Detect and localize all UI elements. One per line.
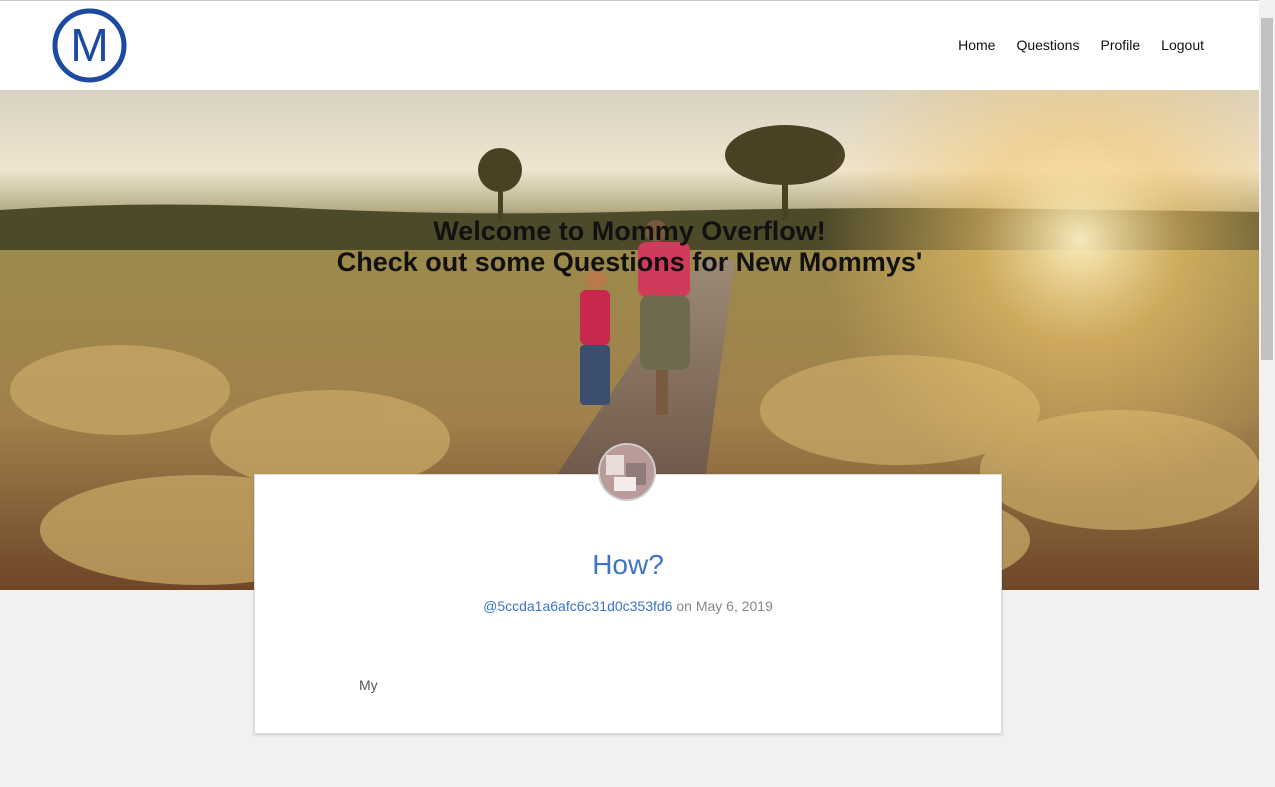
page: M Home Questions Profile Logout Welcome … xyxy=(0,0,1275,787)
main-nav: Home Questions Profile Logout xyxy=(958,37,1204,53)
author-link[interactable]: @5ccda1a6afc6c31d0c353fd6 xyxy=(483,598,672,614)
navbar: M Home Questions Profile Logout xyxy=(0,1,1259,90)
hero-title: Welcome to Mommy Overflow! Check out som… xyxy=(0,216,1259,278)
question-date: on May 6, 2019 xyxy=(676,598,773,614)
hero-line-1: Welcome to Mommy Overflow! xyxy=(433,216,826,246)
nav-link-profile[interactable]: Profile xyxy=(1100,37,1140,53)
question-card: How? @5ccda1a6afc6c31d0c353fd6 on May 6,… xyxy=(254,474,1002,734)
scrollbar[interactable] xyxy=(1259,0,1275,787)
avatar-image xyxy=(600,445,654,499)
logo-letter: M xyxy=(70,19,108,71)
scroll-thumb[interactable] xyxy=(1261,18,1273,360)
question-meta: @5ccda1a6afc6c31d0c353fd6 on May 6, 2019 xyxy=(255,598,1001,614)
question-body: My xyxy=(359,677,378,693)
avatar[interactable] xyxy=(598,443,656,501)
question-title[interactable]: How? xyxy=(255,549,1001,581)
hero-line-2: Check out some Questions for New Mommys' xyxy=(336,247,923,277)
logo[interactable]: M xyxy=(52,8,127,83)
nav-link-home[interactable]: Home xyxy=(958,37,995,53)
nav-link-questions[interactable]: Questions xyxy=(1016,37,1079,53)
nav-link-logout[interactable]: Logout xyxy=(1161,37,1204,53)
logo-m-icon: M xyxy=(52,8,127,83)
